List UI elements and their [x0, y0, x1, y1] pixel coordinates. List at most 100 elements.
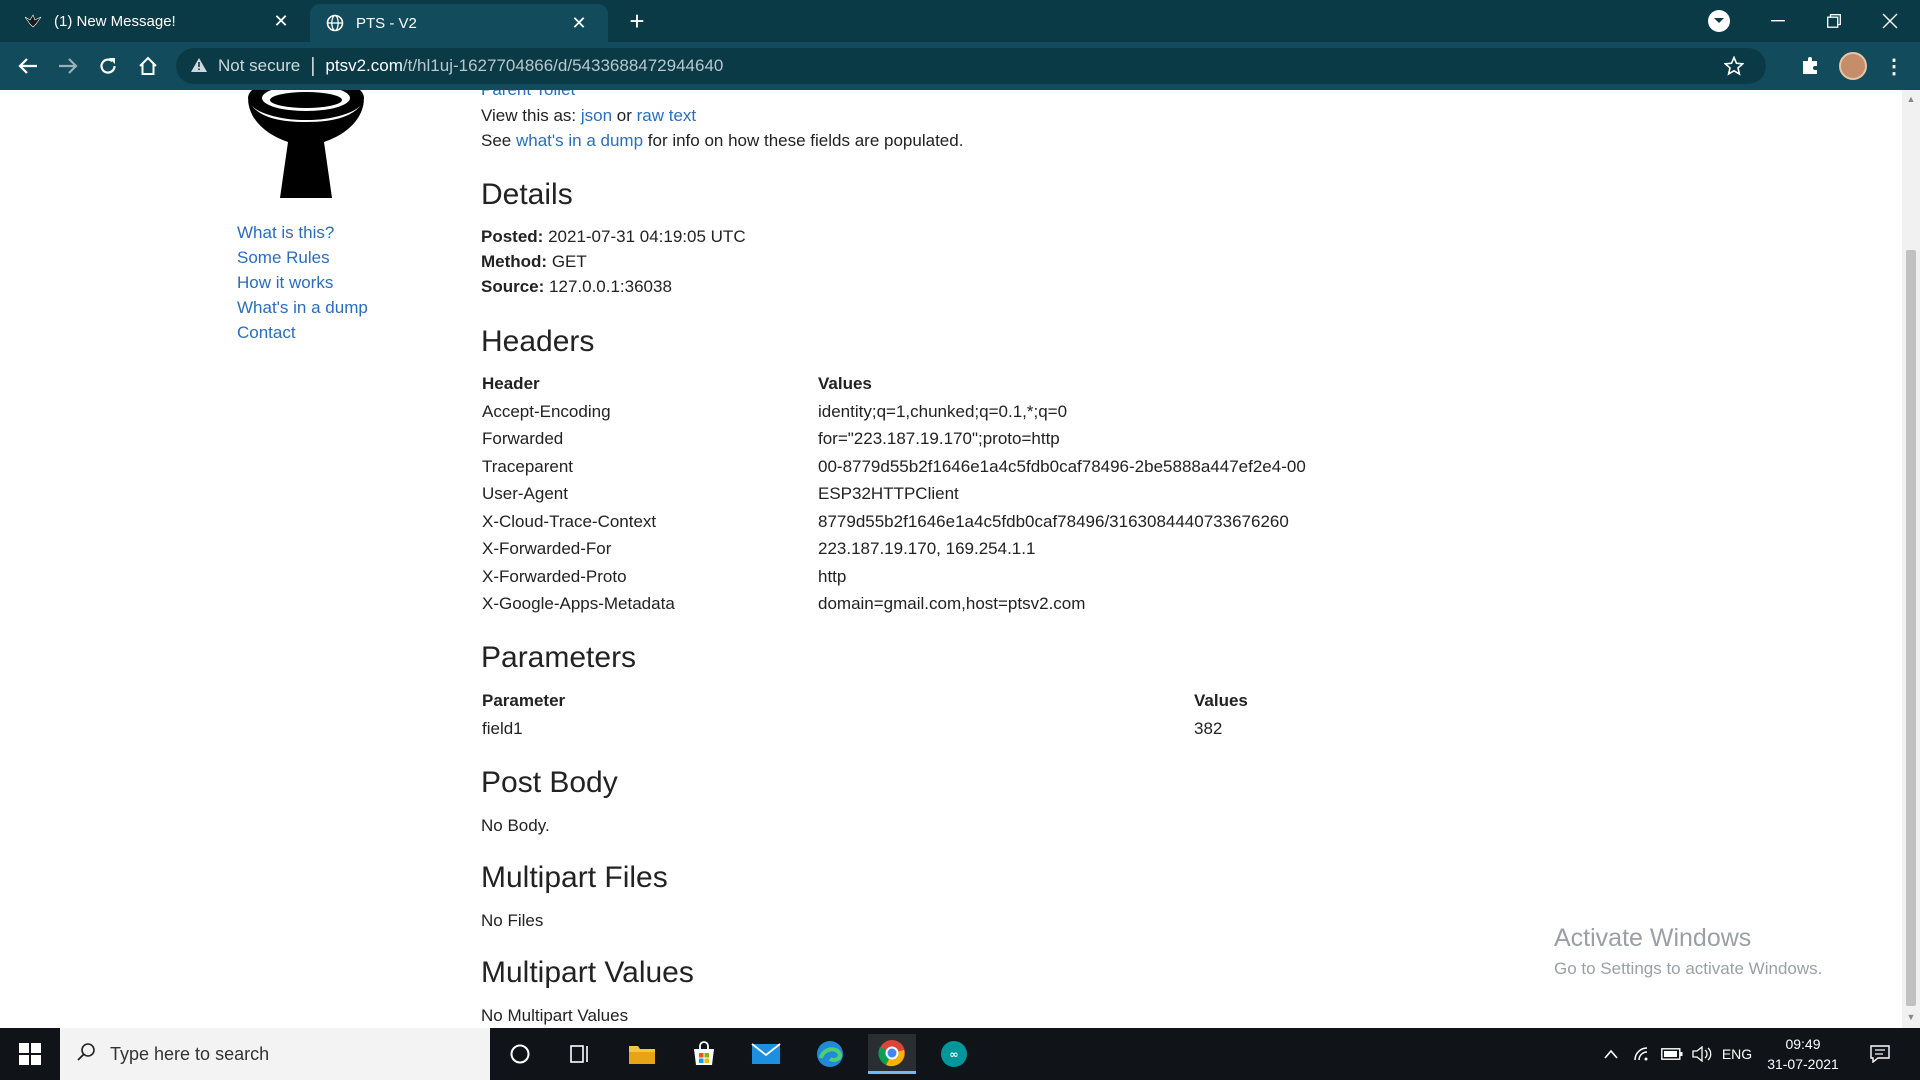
table-row: User-Agent ESP32HTTPClient — [481, 484, 1881, 512]
extensions-puzzle-icon[interactable] — [1800, 54, 1824, 78]
whats-in-a-dump-link[interactable]: what's in a dump — [516, 131, 643, 150]
multipart-values-text: No Multipart Values — [481, 1006, 629, 1025]
url-path: /t/hl1uj-1627704866/d/5433688472944640 — [402, 56, 724, 75]
sidebar-link-some-rules[interactable]: Some Rules — [237, 248, 330, 267]
sidebar-link-contact[interactable]: Contact — [237, 323, 296, 342]
windows-start-icon[interactable] — [0, 1028, 60, 1080]
chrome-menu-icon[interactable]: ⋮ — [1884, 52, 1904, 80]
url-text[interactable]: ptsv2.com/t/hl1uj-1627704866/d/543368847… — [325, 56, 723, 76]
chrome-browser-icon[interactable] — [868, 1034, 916, 1074]
language-indicator[interactable]: ENG — [1718, 1028, 1756, 1080]
restore-icon[interactable] — [1806, 0, 1862, 42]
mail-icon[interactable] — [742, 1034, 790, 1074]
values-column-label: Values — [818, 374, 872, 393]
multipart-files-text: No Files — [481, 911, 544, 930]
omnibox-separator: | — [310, 54, 316, 77]
raw-text-link[interactable]: raw text — [637, 106, 697, 125]
post-body-text: No Body. — [481, 816, 550, 835]
chrome-profile-dropdown-icon[interactable] — [1708, 10, 1730, 32]
header-name: Forwarded — [482, 429, 564, 448]
view-as-prefix: View this as: — [481, 106, 577, 125]
watermark-line1: Activate Windows — [1554, 924, 1752, 952]
wifi-icon[interactable] — [1628, 1028, 1656, 1080]
watermark-line2: Go to Settings to activate Windows. — [1554, 959, 1823, 978]
warning-triangle-icon[interactable] — [190, 57, 208, 75]
close-window-icon[interactable] — [1862, 0, 1918, 42]
details-heading: Details — [481, 178, 573, 211]
minimize-icon[interactable] — [1750, 0, 1806, 42]
cortana-icon[interactable] — [496, 1034, 544, 1074]
parameter-name: field1 — [482, 719, 523, 738]
bookmark-star-icon[interactable] — [1723, 55, 1745, 76]
scroll-down-arrow-icon[interactable]: ▼ — [1906, 1012, 1916, 1024]
address-bar[interactable]: Not secure | ptsv2.com/t/hl1uj-162770486… — [176, 48, 1766, 84]
header-value: 00-8779d55b2f1646e1a4c5fdb0caf78496-2be5… — [818, 457, 1306, 476]
parameters-table-header: Parameter Values — [481, 691, 1881, 719]
header-value: 223.187.19.170, 169.254.1.1 — [818, 539, 1036, 558]
see-dump-line: See what's in a dump for info on how the… — [481, 131, 963, 151]
vertical-scrollbar[interactable]: ▲ ▼ — [1902, 90, 1920, 1028]
headers-heading: Headers — [481, 325, 595, 358]
parent-toilet-link[interactable]: Parent Toilet — [481, 90, 575, 100]
volume-icon[interactable] — [1688, 1028, 1716, 1080]
scroll-up-arrow-icon[interactable]: ▲ — [1906, 94, 1916, 106]
tab-title: PTS - V2 — [356, 14, 417, 32]
taskbar-clock[interactable]: 09:49 31-07-2021 — [1758, 1034, 1848, 1074]
tab-new-message[interactable]: (1) New Message! ✕ — [0, 0, 310, 42]
method-value: GET — [551, 252, 587, 271]
url-host: ptsv2.com — [325, 56, 403, 75]
scrollbar-thumb[interactable] — [1906, 250, 1916, 1006]
table-row: field1 382 — [481, 719, 1881, 747]
svg-text:∞: ∞ — [949, 1048, 958, 1061]
values-column-label: Values — [1194, 691, 1248, 710]
home-icon[interactable] — [132, 50, 164, 82]
header-name: X-Forwarded-Proto — [482, 567, 627, 586]
posted-value: 2021-07-31 04:19:05 UTC — [548, 227, 746, 246]
json-link[interactable]: json — [581, 106, 612, 125]
profile-avatar[interactable] — [1839, 52, 1867, 80]
forward-arrow-icon[interactable] — [52, 50, 84, 82]
search-icon — [76, 1042, 96, 1067]
not-secure-label[interactable]: Not secure — [218, 56, 300, 76]
view-as-line: View this as: json or raw text — [481, 106, 696, 126]
show-hidden-icons-chevron-icon[interactable] — [1596, 1028, 1626, 1080]
action-center-notification-icon[interactable] — [1860, 1028, 1900, 1080]
sidebar-link-how-it-works[interactable]: How it works — [237, 273, 333, 292]
browser-toolbar: Not secure | ptsv2.com/t/hl1uj-162770486… — [0, 42, 1920, 90]
header-value: ESP32HTTPClient — [818, 484, 959, 503]
sidebar-link-what-is-this[interactable]: What is this? — [237, 223, 334, 242]
table-row: X-Cloud-Trace-Context 8779d55b2f1646e1a4c… — [481, 512, 1881, 540]
see-prefix: See — [481, 131, 512, 150]
source-row: Source: 127.0.0.1:36038 — [481, 277, 672, 297]
tab-title: (1) New Message! — [54, 12, 176, 30]
toilet-logo — [246, 90, 366, 204]
battery-icon[interactable] — [1658, 1028, 1686, 1080]
microsoft-store-icon[interactable] — [680, 1034, 728, 1074]
close-tab-icon[interactable]: ✕ — [266, 11, 296, 32]
table-row: X-Forwarded-For 223.187.19.170, 169.254.1… — [481, 539, 1881, 567]
taskbar-search-box[interactable]: Type here to search — [60, 1028, 490, 1080]
task-view-icon[interactable] — [556, 1034, 604, 1074]
close-tab-icon[interactable]: ✕ — [564, 13, 594, 34]
method-row: Method: GET — [481, 252, 587, 272]
tab-pts-v2[interactable]: PTS - V2 ✕ — [310, 4, 608, 42]
parameter-value: 382 — [1194, 719, 1223, 738]
new-tab-button[interactable]: + — [622, 6, 652, 36]
back-arrow-icon[interactable] — [12, 50, 44, 82]
header-name: Traceparent — [482, 457, 574, 476]
reload-icon[interactable] — [92, 50, 124, 82]
table-row: Traceparent 00-8779d55b2f1646e1a4c5fdb0ca… — [481, 457, 1881, 485]
arduino-ide-icon[interactable]: ∞ — [930, 1034, 978, 1074]
header-name: X-Cloud-Trace-Context — [482, 512, 657, 531]
header-value: identity;q=1,chunked;q=0.1,*;q=0 — [818, 402, 1068, 421]
table-row: Accept-Encoding identity;q=1,chunked;q=0.… — [481, 402, 1881, 430]
parameter-column-label: Parameter — [482, 691, 566, 710]
file-explorer-icon[interactable] — [618, 1034, 666, 1074]
clock-date: 31-07-2021 — [1767, 1056, 1839, 1072]
source-value: 127.0.0.1:36038 — [549, 277, 672, 296]
table-row: X-Google-Apps-Metadata domain=gmail.com,h… — [481, 594, 1881, 622]
sidebar-link-whats-in-a-dump[interactable]: What's in a dump — [237, 298, 368, 317]
edge-browser-icon[interactable] — [806, 1034, 854, 1074]
posted-row: Posted: 2021-07-31 04:19:05 UTC — [481, 227, 746, 247]
bird-favicon-icon — [24, 12, 42, 30]
